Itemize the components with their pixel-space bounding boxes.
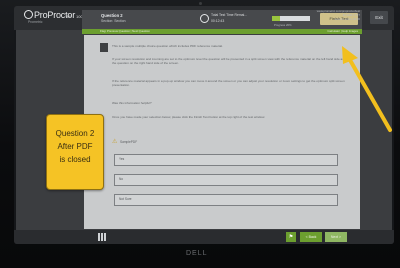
session-info: www.prometric.com/proproctor/test ID 123… [300,9,360,21]
answer-option[interactable]: Yes [114,154,338,166]
webcam [199,2,202,5]
question-nav-links[interactable]: Flag: Previous Question | Next Question [100,29,150,34]
warning-icon: ⚠ [112,139,118,145]
session-line: session active 00:00 [334,17,360,21]
brand-subtitle: Prometric [28,20,43,24]
callout-line: After PDF [57,142,93,151]
sample-pdf-link[interactable]: SamplePDF [120,140,137,144]
tool-links[interactable]: Calculator | Help Images [327,29,358,34]
progress-fill [272,16,280,21]
clock-icon [200,14,209,23]
document-icon [100,43,108,52]
annotation-callout: Question 2 After PDF is closed [46,114,104,190]
back-button[interactable]: < Back [300,232,322,242]
progress-label: Progress 20% [274,23,292,27]
zoom-out-button[interactable]: − [66,12,71,21]
instruction-paragraph: Once you have made your selection below,… [112,115,265,119]
instruction-paragraph: Was this information helpful? [112,101,152,105]
time-remaining-value: 00:12:43 [211,19,225,23]
laptop-logo: DELL [186,250,208,257]
photo-frame: ProProctor Prometric − 100% + Question 2… [0,0,400,268]
question-section: Section: Section [101,19,126,23]
callout-line: Question 2 [55,129,95,138]
answer-label: No [119,177,124,181]
answer-label: Not Sure [119,197,132,201]
callout-line: is closed [59,155,91,164]
time-remaining-label: Total Test Time Remai... [211,13,248,17]
question-content: This is a sample multiple choice questio… [84,35,360,229]
question-text: This is a sample multiple choice questio… [112,44,223,48]
exit-button[interactable]: Exit [370,11,388,24]
flag-button[interactable]: ⚑ [286,232,296,242]
instruction-paragraph: If your screen resolution and zooming ar… [112,57,346,65]
app-top-bar: ProProctor Prometric − 100% + Question 2… [14,6,394,30]
instruction-paragraph: If the reference material appears in a p… [112,79,345,87]
question-grid-icon[interactable] [98,233,106,241]
answer-label: Yes [119,157,125,161]
question-number: Question 2 [101,13,123,18]
brand-circle-icon [24,10,33,19]
question-toolbar: Flag: Previous Question | Next Question … [82,29,362,34]
app-bottom-bar: ⚑ < Back Next > [14,230,394,244]
answer-option[interactable]: No [114,174,338,186]
answer-option[interactable]: Not Sure [114,194,338,206]
next-button[interactable]: Next > [325,232,347,242]
